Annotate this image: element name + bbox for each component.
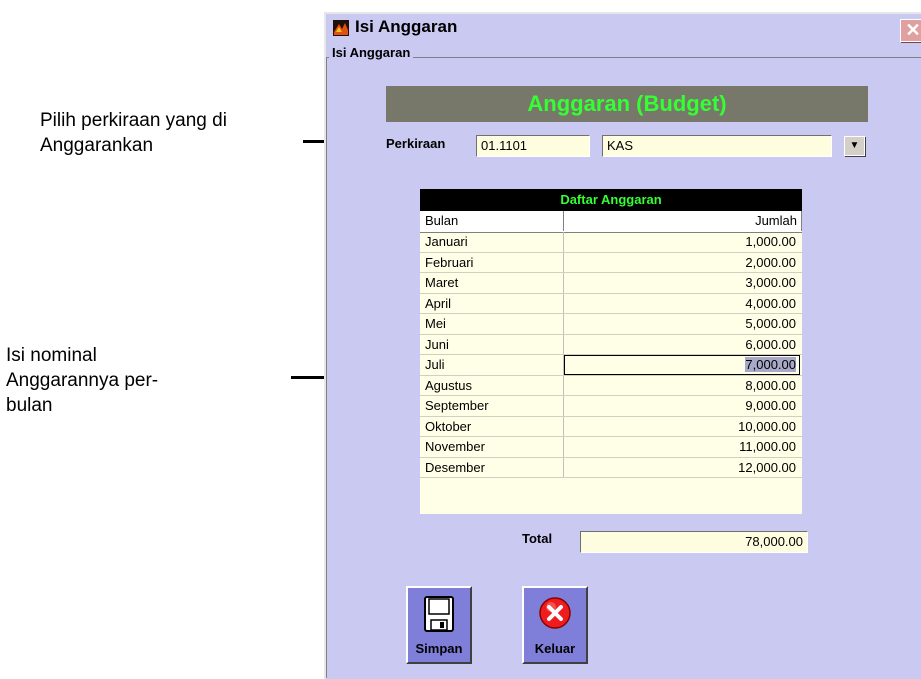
table-row[interactable]: Februari 2,000.00 (420, 252, 802, 273)
cell-bulan: Februari (420, 252, 564, 272)
save-button-label: Simpan (415, 641, 463, 656)
cell-bulan: Mei (420, 314, 564, 334)
cell-jumlah-value: 5,000.00 (745, 316, 796, 331)
annotation-nominal: Isi nominal Anggarannya per- bulan (6, 345, 159, 416)
cell-bulan: Desember (420, 457, 564, 477)
perkiraan-dropdown-button[interactable]: ▼ (844, 136, 865, 156)
table-row[interactable]: April 4,000.00 (420, 293, 802, 314)
floppy-disk-icon (424, 596, 454, 637)
cell-bulan: Oktober (420, 416, 564, 436)
cell-bulan: Maret (420, 273, 564, 293)
cell-jumlah-value: 3,000.00 (745, 275, 796, 290)
cell-jumlah[interactable]: 11,000.00 (564, 437, 800, 457)
table-row[interactable]: Maret 3,000.00 (420, 273, 802, 294)
cell-bulan: Juni (420, 334, 564, 354)
chevron-down-icon: ▼ (849, 140, 860, 151)
isi-anggaran-window: Isi Anggaran ✕ Isi Anggaran Anggaran (Bu… (324, 12, 921, 679)
cell-jumlah-value: 6,000.00 (745, 336, 796, 352)
cell-jumlah[interactable]: 7,000.00 (564, 355, 800, 375)
column-header-jumlah[interactable]: Jumlah (564, 211, 802, 231)
perkiraan-code-field[interactable]: 01.1101 (476, 135, 590, 157)
exit-button[interactable]: Keluar (522, 586, 588, 664)
total-field: 78,000.00 (580, 531, 808, 553)
cell-jumlah-value: 2,000.00 (745, 254, 796, 270)
cell-jumlah[interactable]: 10,000.00 (564, 417, 800, 437)
cell-jumlah-value: 9,000.00 (745, 398, 796, 413)
cell-jumlah-value: 4,000.00 (745, 295, 796, 311)
page-header: Anggaran (Budget) (386, 86, 868, 122)
cell-bulan: Juli (420, 355, 564, 375)
cell-jumlah[interactable]: 8,000.00 (564, 376, 800, 396)
cell-jumlah[interactable]: 9,000.00 (564, 396, 800, 416)
table-row[interactable]: Mei 5,000.00 (420, 314, 802, 335)
table-row[interactable]: Oktober 10,000.00 (420, 416, 802, 437)
window-title: Isi Anggaran (355, 17, 458, 36)
cell-jumlah-value: 7,000.00 (745, 357, 796, 372)
total-label: Total (522, 531, 553, 546)
cell-jumlah-value: 10,000.00 (738, 418, 796, 434)
budget-grid[interactable]: Daftar Anggaran Bulan Jumlah Januari 1,00… (420, 189, 802, 514)
cell-bulan: September (420, 396, 564, 416)
cell-bulan: November (420, 437, 564, 457)
cell-bulan: Januari (420, 232, 564, 252)
table-row[interactable]: November 11,000.00 (420, 437, 802, 458)
cell-jumlah-value: 8,000.00 (745, 377, 796, 393)
cell-jumlah[interactable]: 3,000.00 (564, 273, 800, 293)
title-bar[interactable]: Isi Anggaran ✕ (326, 14, 921, 42)
cell-jumlah[interactable]: 1,000.00 (564, 232, 800, 252)
cell-jumlah[interactable]: 4,000.00 (564, 294, 800, 314)
app-icon (333, 20, 349, 36)
cell-bulan: Agustus (420, 375, 564, 395)
exit-button-label: Keluar (534, 641, 576, 656)
grid-header: Bulan Jumlah (420, 211, 802, 233)
cell-bulan: April (420, 293, 564, 313)
cell-jumlah-value: 12,000.00 (738, 459, 796, 475)
cell-jumlah-value: 11,000.00 (739, 439, 796, 454)
cell-jumlah[interactable]: 12,000.00 (564, 458, 800, 478)
table-row[interactable]: Juni 6,000.00 (420, 334, 802, 355)
close-icon: ✕ (905, 20, 921, 40)
table-row[interactable]: September 9,000.00 (420, 396, 802, 417)
save-button[interactable]: Simpan (406, 586, 472, 664)
close-button[interactable]: ✕ (900, 19, 921, 42)
perkiraan-label: Perkiraan (386, 136, 446, 151)
table-row[interactable]: Januari 1,000.00 (420, 232, 802, 253)
grid-title: Daftar Anggaran (420, 189, 802, 211)
cell-jumlah[interactable]: 5,000.00 (564, 314, 800, 334)
cell-jumlah[interactable]: 6,000.00 (564, 335, 800, 355)
cell-jumlah[interactable]: 2,000.00 (564, 253, 800, 273)
cell-jumlah-value: 1,000.00 (745, 234, 796, 249)
column-header-bulan[interactable]: Bulan (420, 211, 564, 231)
grid-rows: Januari 1,000.00 Februari 2,000.00 Maret 3,00… (420, 232, 802, 478)
annotation-perkiraan: Pilih perkiraan yang di Anggarankan (40, 110, 227, 156)
close-circle-icon (538, 596, 572, 635)
table-row[interactable]: Agustus 8,000.00 (420, 375, 802, 396)
table-row[interactable]: Juli 7,000.00 (420, 355, 802, 376)
table-row[interactable]: Desember 12,000.00 (420, 457, 802, 478)
perkiraan-name-field[interactable]: KAS (602, 135, 832, 157)
group-label: Isi Anggaran (329, 45, 414, 60)
